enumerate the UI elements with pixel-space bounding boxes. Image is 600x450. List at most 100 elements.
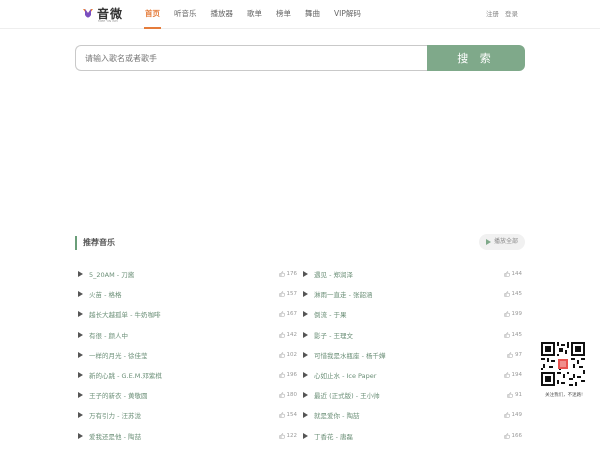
like-count[interactable]: 157	[278, 291, 297, 297]
thumbs-up-icon	[507, 392, 513, 398]
like-count[interactable]: 154	[278, 412, 297, 418]
like-count[interactable]: 142	[278, 332, 297, 338]
register-link[interactable]: 注册	[486, 0, 499, 29]
like-count[interactable]: 122	[278, 433, 297, 439]
section-title: 推荐音乐	[75, 236, 115, 250]
thumbs-up-icon	[503, 271, 510, 277]
like-count[interactable]: 144	[503, 271, 522, 277]
nav-item-dance[interactable]: 舞曲	[298, 0, 327, 29]
play-icon[interactable]	[78, 291, 83, 298]
nav-item-listen[interactable]: 听音乐	[167, 0, 204, 29]
like-count-value: 194	[511, 372, 523, 379]
like-count[interactable]: 180	[278, 392, 297, 398]
play-icon[interactable]	[78, 432, 83, 439]
play-icon[interactable]	[303, 392, 308, 399]
search-button[interactable]: 搜 索	[427, 45, 525, 71]
nav-item-charts[interactable]: 榜单	[269, 0, 298, 29]
song-title[interactable]: 最近 (正式版) - 王小帅	[314, 390, 380, 400]
song-item[interactable]: 心如止水 - Ice Paper 194	[303, 365, 522, 385]
song-title[interactable]: 遇见 - 郑润泽	[314, 269, 353, 279]
like-count[interactable]: 196	[278, 372, 297, 378]
song-title[interactable]: 影子 - 王理文	[314, 330, 353, 340]
song-item[interactable]: 爱我还是他 - 陶喆 122	[78, 426, 297, 446]
song-item[interactable]: 倒流 - 于果 199	[303, 304, 522, 324]
nav-item-playlists[interactable]: 歌单	[240, 0, 269, 29]
like-count-value: 102	[286, 351, 298, 358]
song-item[interactable]: 丁香花 - 唐磊 166	[303, 426, 522, 446]
play-icon[interactable]	[78, 372, 83, 379]
like-count-value: 199	[511, 311, 523, 318]
song-item[interactable]: 淋雨一直走 - 张韶涵 145	[303, 284, 522, 304]
thumbs-up-icon	[503, 311, 510, 318]
play-icon[interactable]	[78, 392, 83, 399]
song-item[interactable]: 越长大越孤单 - 牛奶咖啡 167	[78, 304, 297, 324]
like-count[interactable]: 194	[503, 372, 523, 379]
song-title[interactable]: 新的心跳 - G.E.M.邓紫棋	[89, 370, 162, 380]
song-title[interactable]: 心如止水 - Ice Paper	[314, 370, 376, 380]
song-item[interactable]: 一样的月光 - 徐佳莹 102	[78, 345, 297, 365]
play-icon[interactable]	[78, 351, 83, 358]
song-item[interactable]: 影子 - 王理文 145	[303, 325, 522, 345]
song-title[interactable]: 一样的月光 - 徐佳莹	[89, 350, 147, 360]
song-title[interactable]: 有很 - 颜人中	[89, 330, 128, 340]
play-icon[interactable]	[303, 311, 308, 318]
search-bar: 搜 索	[75, 45, 525, 71]
play-icon[interactable]	[78, 331, 83, 338]
like-count[interactable]: 145	[503, 291, 523, 298]
play-icon[interactable]	[303, 331, 308, 338]
search-input[interactable]	[75, 45, 427, 71]
song-title[interactable]: 倒流 - 于果	[314, 309, 346, 319]
play-icon[interactable]	[303, 291, 308, 298]
song-title[interactable]: 5_20AM - 刀酱	[89, 269, 134, 279]
play-icon[interactable]	[78, 412, 83, 419]
login-link[interactable]: 登录	[505, 0, 518, 29]
song-title[interactable]: 就是爱你 - 陶喆	[314, 410, 359, 420]
like-count[interactable]: 176	[278, 271, 298, 278]
song-item[interactable]: 火苗 - 格格 157	[78, 284, 297, 304]
song-item[interactable]: 万有引力 - 汪苏泷 154	[78, 405, 297, 425]
play-icon[interactable]	[303, 372, 308, 379]
song-title[interactable]: 丁香花 - 唐磊	[314, 431, 353, 441]
song-item[interactable]: 新的心跳 - G.E.M.邓紫棋 196	[78, 365, 297, 385]
song-item[interactable]: 就是爱你 - 陶喆 149	[303, 405, 522, 425]
song-title[interactable]: 王子的新衣 - 黄敬圆	[89, 390, 147, 400]
like-count[interactable]: 167	[278, 311, 297, 317]
like-count[interactable]: 97	[507, 352, 522, 358]
thumbs-up-icon	[278, 271, 285, 277]
song-title[interactable]: 越长大越孤单 - 牛奶咖啡	[89, 309, 160, 319]
like-count-value: 91	[515, 392, 522, 399]
song-title[interactable]: 爱我还是他 - 陶喆	[89, 431, 141, 441]
play-all-button[interactable]: 播放全部	[478, 234, 525, 250]
play-icon[interactable]	[303, 412, 308, 419]
song-item[interactable]: 王子的新衣 - 黄敬圆 180	[78, 385, 297, 405]
song-title[interactable]: 淋雨一直走 - 张韶涵	[314, 289, 372, 299]
song-title[interactable]: 万有引力 - 汪苏泷	[89, 410, 141, 420]
like-count[interactable]: 166	[503, 433, 522, 439]
nav-item-home[interactable]: 首页	[138, 0, 167, 29]
song-item[interactable]: 最近 (正式版) - 王小帅 91	[303, 385, 522, 405]
like-count[interactable]: 91	[507, 392, 522, 398]
site-logo[interactable]: 音微 MIEE YIN WEI	[82, 6, 123, 23]
play-icon[interactable]	[303, 432, 308, 439]
song-item[interactable]: 5_20AM - 刀酱 176	[78, 264, 297, 284]
like-count[interactable]: 199	[503, 311, 523, 318]
nav-item-player[interactable]: 播放器	[204, 0, 241, 29]
play-icon[interactable]	[303, 271, 308, 278]
like-count[interactable]: 149	[503, 412, 522, 418]
song-item[interactable]: 遇见 - 郑润泽 144	[303, 264, 522, 284]
nav-item-vip[interactable]: VIP解码	[327, 0, 368, 29]
song-title[interactable]: 可惜我是水瓶座 - 杨千嬅	[314, 350, 385, 360]
like-count-value: 145	[511, 291, 523, 298]
thumbs-up-icon	[278, 352, 285, 358]
like-count-value: 145	[511, 331, 523, 338]
like-count[interactable]: 102	[278, 351, 298, 358]
play-icon[interactable]	[303, 351, 308, 358]
song-list: 5_20AM - 刀酱 176 遇见 - 郑润泽 144 火苗 - 格格 157…	[78, 264, 522, 446]
play-icon[interactable]	[78, 271, 83, 278]
like-count[interactable]: 145	[503, 331, 523, 338]
song-title[interactable]: 火苗 - 格格	[89, 289, 121, 299]
song-item[interactable]: 可惜我是水瓶座 - 杨千嬅 97	[303, 345, 522, 365]
play-icon[interactable]	[78, 311, 83, 318]
like-count-value: 176	[286, 271, 298, 278]
song-item[interactable]: 有很 - 颜人中 142	[78, 325, 297, 345]
